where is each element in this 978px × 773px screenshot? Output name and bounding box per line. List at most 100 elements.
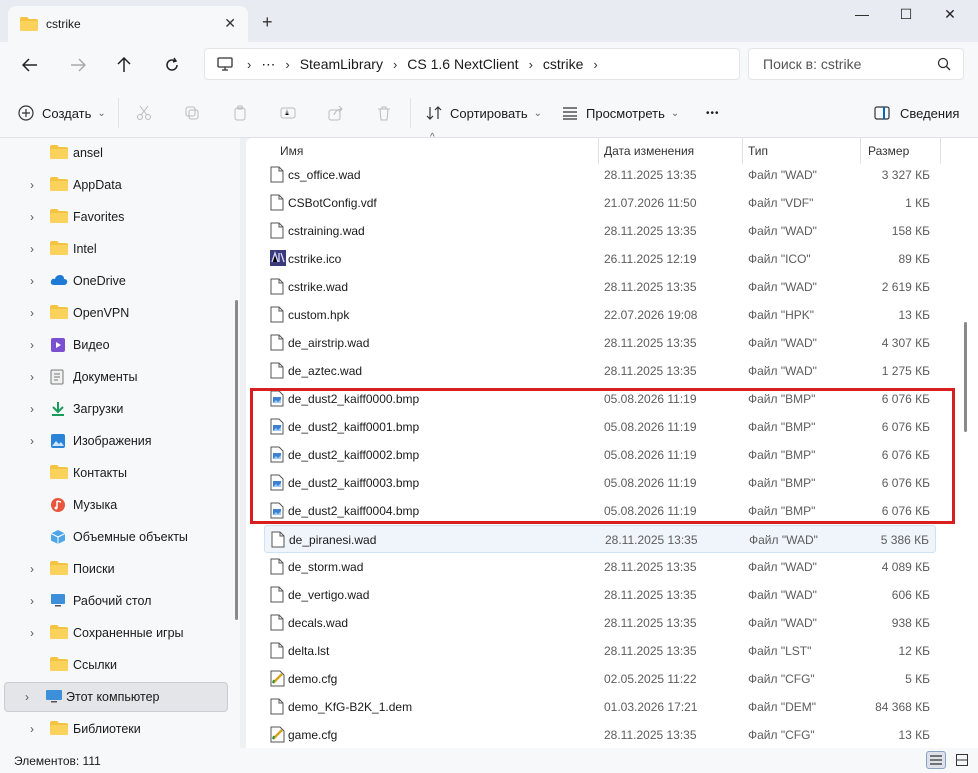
breadcrumb-cs16[interactable]: CS 1.6 NextClient — [407, 56, 518, 72]
chevron-right-icon[interactable]: › — [30, 370, 34, 384]
column-header-type[interactable]: Тип — [748, 140, 768, 162]
file-row[interactable]: de_vertigo.wad 28.11.2025 13:35 Файл "WAD"… — [264, 581, 936, 609]
chevron-right-icon[interactable]: › — [30, 722, 34, 736]
create-button[interactable]: Создать ⌄ — [18, 102, 106, 124]
details-view-button[interactable] — [926, 751, 946, 769]
copy-icon — [185, 106, 199, 120]
breadcrumb-ellipsis[interactable]: ⋯ — [261, 56, 275, 73]
chevron-right-icon[interactable]: › — [30, 210, 34, 224]
delete-button[interactable] — [374, 103, 394, 123]
tiles-view-button[interactable] — [952, 751, 972, 769]
back-button[interactable] — [16, 51, 44, 79]
chevron-right-icon[interactable]: › — [30, 338, 34, 352]
file-row[interactable]: cstrike.wad 28.11.2025 13:35 Файл "WAD" 2 6… — [264, 273, 936, 301]
minimize-button[interactable]: — — [842, 6, 882, 26]
file-row[interactable]: delta.lst 28.11.2025 13:35 Файл "LST" 12 КБ — [264, 637, 936, 665]
file-row[interactable]: de_dust2_kaiff0002.bmp 05.08.2026 11:19 Фа… — [264, 441, 936, 469]
chevron-right-icon[interactable]: › — [30, 274, 34, 288]
chevron-right-icon[interactable]: › — [30, 306, 34, 320]
sidebar-item[interactable]: › Сохраненные игры — [0, 618, 232, 648]
file-row[interactable]: de_dust2_kaiff0004.bmp 05.08.2026 11:19 Фа… — [264, 497, 936, 525]
chevron-right-icon[interactable]: › — [30, 434, 34, 448]
sidebar-item[interactable]: › Поиски — [0, 554, 232, 584]
file-row[interactable]: custom.hpk 22.07.2026 19:08 Файл "HPK" 13 К… — [264, 301, 936, 329]
sidebar-item[interactable]: ansel — [0, 138, 232, 168]
breadcrumb-cstrike[interactable]: cstrike — [543, 56, 583, 72]
sidebar-item[interactable]: › AppData — [0, 170, 232, 200]
search-input[interactable]: Поиск в: cstrike — [748, 48, 964, 80]
column-header-date[interactable]: Дата изменения — [604, 140, 694, 162]
sidebar-item-label: Загрузки — [73, 402, 124, 416]
file-row[interactable]: cstrike.ico 26.11.2025 12:19 Файл "ICO" 89 … — [264, 245, 936, 273]
sidebar-item[interactable]: › Изображения — [0, 426, 232, 456]
column-header-size[interactable]: Размер — [868, 140, 909, 162]
close-window-button[interactable]: ✕ — [930, 6, 970, 26]
file-row[interactable]: cs_office.wad 28.11.2025 13:35 Файл "WAD" 3… — [264, 161, 936, 189]
chevron-right-icon[interactable]: › — [593, 57, 597, 72]
file-row[interactable]: de_aztec.wad 28.11.2025 13:35 Файл "WAD" 1 … — [264, 357, 936, 385]
chevron-right-icon[interactable]: › — [30, 402, 34, 416]
file-row[interactable]: game.cfg 28.11.2025 13:35 Файл "CFG" 13 КБ — [264, 721, 936, 749]
sidebar-item[interactable]: › OpenVPN — [0, 298, 232, 328]
rename-button[interactable] — [278, 103, 298, 123]
file-row[interactable]: decals.wad 28.11.2025 13:35 Файл "WAD" 938 … — [264, 609, 936, 637]
sidebar-item[interactable]: › Библиотеки — [0, 714, 232, 744]
forward-button[interactable] — [64, 51, 92, 79]
breadcrumb-steamlibrary[interactable]: SteamLibrary — [300, 56, 383, 72]
file-row[interactable]: de_storm.wad 28.11.2025 13:35 Файл "WAD" 4 … — [264, 553, 936, 581]
refresh-button[interactable] — [158, 51, 186, 79]
file-row[interactable]: demo_KfG-B2K_1.dem 01.03.2026 17:21 Файл "… — [264, 693, 936, 721]
file-row[interactable]: de_dust2_kaiff0001.bmp 05.08.2026 11:19 Фа… — [264, 413, 936, 441]
sidebar-item[interactable]: Контакты — [0, 458, 232, 488]
chevron-right-icon[interactable]: › — [25, 690, 29, 704]
share-button[interactable] — [326, 103, 346, 123]
sidebar-item-label: OneDrive — [73, 274, 126, 288]
file-list-scrollbar[interactable] — [964, 322, 967, 432]
sidebar-item[interactable]: › Favorites — [0, 202, 232, 232]
file-type: Файл "WAD" — [749, 533, 818, 547]
column-header-name[interactable]: Имя — [280, 140, 303, 162]
sidebar-scrollbar[interactable] — [235, 300, 238, 620]
chevron-right-icon[interactable]: › — [30, 178, 34, 192]
file-row[interactable]: cstraining.wad 28.11.2025 13:35 Файл "WAD"… — [264, 217, 936, 245]
sidebar-item[interactable]: › OneDrive — [0, 266, 232, 296]
chevron-right-icon[interactable]: › — [30, 594, 34, 608]
sidebar-item[interactable]: › Этот компьютер — [4, 682, 228, 712]
sidebar-item[interactable]: Музыка — [0, 490, 232, 520]
breadcrumb[interactable]: › ⋯ › SteamLibrary › CS 1.6 NextClient ›… — [204, 48, 740, 80]
file-row[interactable]: de_airstrip.wad 28.11.2025 13:35 Файл "WAD… — [264, 329, 936, 357]
details-button[interactable]: Сведения — [874, 102, 959, 124]
sidebar-item[interactable]: › Рабочий стол — [0, 586, 232, 616]
sidebar-item[interactable]: › Intel — [0, 234, 232, 264]
file-row[interactable]: demo.cfg 02.05.2025 11:22 Файл "CFG" 5 КБ — [264, 665, 936, 693]
column-divider[interactable] — [940, 138, 941, 164]
tab-cstrike[interactable]: cstrike ✕ — [8, 6, 248, 42]
file-row[interactable]: de_dust2_kaiff0000.bmp 05.08.2026 11:19 Фа… — [264, 385, 936, 413]
sort-button[interactable]: Сортировать ⌄ — [426, 102, 542, 124]
more-button[interactable]: ••• — [706, 102, 720, 124]
cut-button[interactable] — [134, 103, 154, 123]
maximize-button[interactable]: ☐ — [886, 6, 926, 26]
close-tab-icon[interactable]: ✕ — [224, 15, 236, 32]
sidebar-item[interactable]: Объемные объекты — [0, 522, 232, 552]
sidebar-item[interactable]: › Документы — [0, 362, 232, 392]
copy-button[interactable] — [182, 103, 202, 123]
file-row[interactable]: de_piranesi.wad 28.11.2025 13:35 Файл "WAD… — [264, 525, 936, 553]
file-row[interactable]: de_dust2_kaiff0003.bmp 05.08.2026 11:19 Фа… — [264, 469, 936, 497]
new-tab-button[interactable]: + — [262, 12, 273, 33]
sidebar-item[interactable]: › Видео — [0, 330, 232, 360]
up-button[interactable] — [110, 51, 138, 79]
file-row[interactable]: CSBotConfig.vdf 21.07.2026 11:50 Файл "VDF… — [264, 189, 936, 217]
file-date: 28.11.2025 13:35 — [604, 560, 697, 574]
sidebar-item-label: Библиотеки — [73, 722, 141, 736]
sidebar-item[interactable]: Ссылки — [0, 650, 232, 680]
paste-button[interactable] — [230, 103, 250, 123]
ico-file-icon — [270, 250, 286, 267]
chevron-right-icon[interactable]: › — [30, 562, 34, 576]
file-type: Файл "HPK" — [748, 308, 815, 322]
chevron-right-icon[interactable]: › — [30, 242, 34, 256]
view-button[interactable]: Просмотреть ⌄ — [562, 102, 679, 124]
sidebar-item[interactable]: › Загрузки — [0, 394, 232, 424]
chevron-right-icon[interactable]: › — [30, 626, 34, 640]
file-date: 02.05.2025 11:22 — [604, 672, 697, 686]
